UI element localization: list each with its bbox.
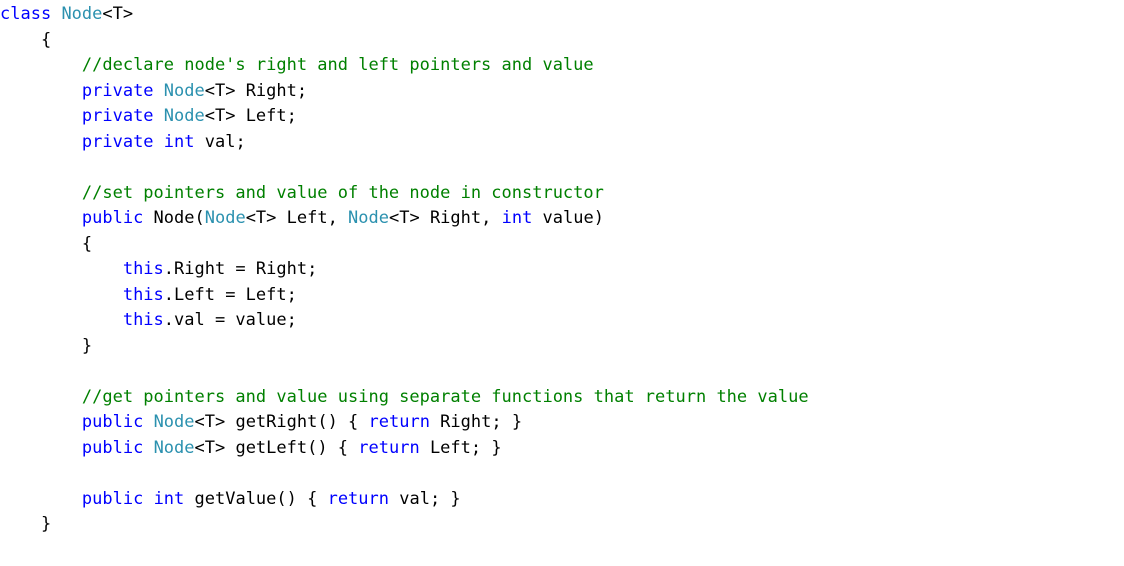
code-token-keyword: this — [122, 310, 164, 330]
code-token-keyword: private — [81, 131, 154, 152]
code-token-plain: } — [0, 514, 52, 534]
code-token-plain: getValue() { — [184, 488, 328, 509]
code-token-keyword: private — [81, 80, 154, 101]
code-token-keyword: this — [122, 259, 164, 279]
code-token-type: Node — [153, 412, 195, 432]
code-token-keyword: int — [163, 131, 195, 152]
code-token-keyword: return — [368, 412, 430, 432]
code-line: private int val; — [0, 130, 1124, 156]
code-token-comment: //set pointers and value of the node in … — [81, 182, 604, 203]
code-line: private Node<T> Right; — [0, 79, 1124, 105]
code-token-keyword: int — [153, 488, 185, 509]
code-token-plain: { — [0, 29, 52, 50]
code-line: ​ — [0, 155, 1124, 181]
code-token-plain: .Right = Right; — [163, 259, 318, 279]
code-line: { — [0, 28, 1124, 54]
code-line: { — [0, 232, 1124, 258]
code-line: //declare node's right and left pointers… — [0, 53, 1124, 79]
code-line: //set pointers and value of the node in … — [0, 181, 1124, 207]
code-token-keyword: public — [81, 488, 144, 509]
code-token-keyword: public — [81, 437, 144, 458]
code-token-keyword: public — [81, 412, 144, 432]
code-line: public Node(Node<T> Left, Node<T> Right,… — [0, 206, 1124, 232]
code-token-plain: Node( — [143, 208, 205, 228]
code-token-keyword: this — [122, 284, 164, 305]
code-token-keyword: int — [501, 208, 533, 228]
code-token-comment: //declare node's right and left pointers… — [81, 55, 594, 75]
code-token-plain: <T> Left; — [204, 106, 297, 126]
code-line: class Node<T> — [0, 2, 1124, 28]
code-line: } — [0, 334, 1124, 360]
code-line: } — [0, 512, 1124, 538]
code-token-plain: Left; } — [419, 437, 502, 458]
code-token-type: Node — [163, 106, 205, 126]
code-token-comment: //get pointers and value using separate … — [81, 386, 809, 407]
code-token-keyword: class — [0, 4, 52, 24]
code-line: public Node<T> getLeft() { return Left; … — [0, 436, 1124, 462]
code-token-plain: .Left = Left; — [163, 284, 297, 305]
code-line: this.Left = Left; — [0, 283, 1124, 309]
code-token-type: Node — [61, 4, 103, 24]
code-token-plain: <T> Right; — [204, 80, 308, 101]
code-token-plain: val; — [194, 131, 246, 152]
code-token-plain: <T> getRight() { — [194, 412, 369, 432]
code-token-plain: val; } — [389, 488, 461, 509]
code-line: public Node<T> getRight() { return Right… — [0, 410, 1124, 436]
code-line: ​ — [0, 359, 1124, 385]
code-token-plain: <T> Left, — [245, 208, 349, 228]
code-line: public int getValue() { return val; } — [0, 487, 1124, 513]
code-token-type: Node — [163, 80, 205, 101]
code-listing[interactable]: class Node<T> { //declare node's right a… — [0, 0, 1124, 538]
code-line: this.val = value; — [0, 308, 1124, 334]
code-token-type: Node — [348, 208, 389, 228]
code-token-keyword: private — [81, 106, 154, 126]
code-line: ​ — [0, 461, 1124, 487]
code-token-plain: <T> Right, — [389, 208, 502, 228]
code-line: this.Right = Right; — [0, 257, 1124, 283]
code-token-plain: Right; } — [429, 412, 523, 432]
code-token-keyword: return — [327, 488, 389, 509]
code-token-keyword: public — [81, 208, 144, 228]
code-line: private Node<T> Left; — [0, 104, 1124, 130]
code-token-keyword: return — [358, 437, 420, 458]
code-token-plain: { — [0, 233, 93, 254]
code-token-type: Node — [153, 437, 195, 458]
code-token-plain: <T> getLeft() { — [194, 437, 359, 458]
code-token-plain: .val = value; — [163, 310, 297, 330]
code-token-plain: } — [0, 335, 93, 356]
code-line: //get pointers and value using separate … — [0, 385, 1124, 411]
code-token-plain: <T> — [102, 4, 134, 24]
code-token-type: Node — [204, 208, 246, 228]
code-token-plain: value) — [532, 208, 604, 228]
